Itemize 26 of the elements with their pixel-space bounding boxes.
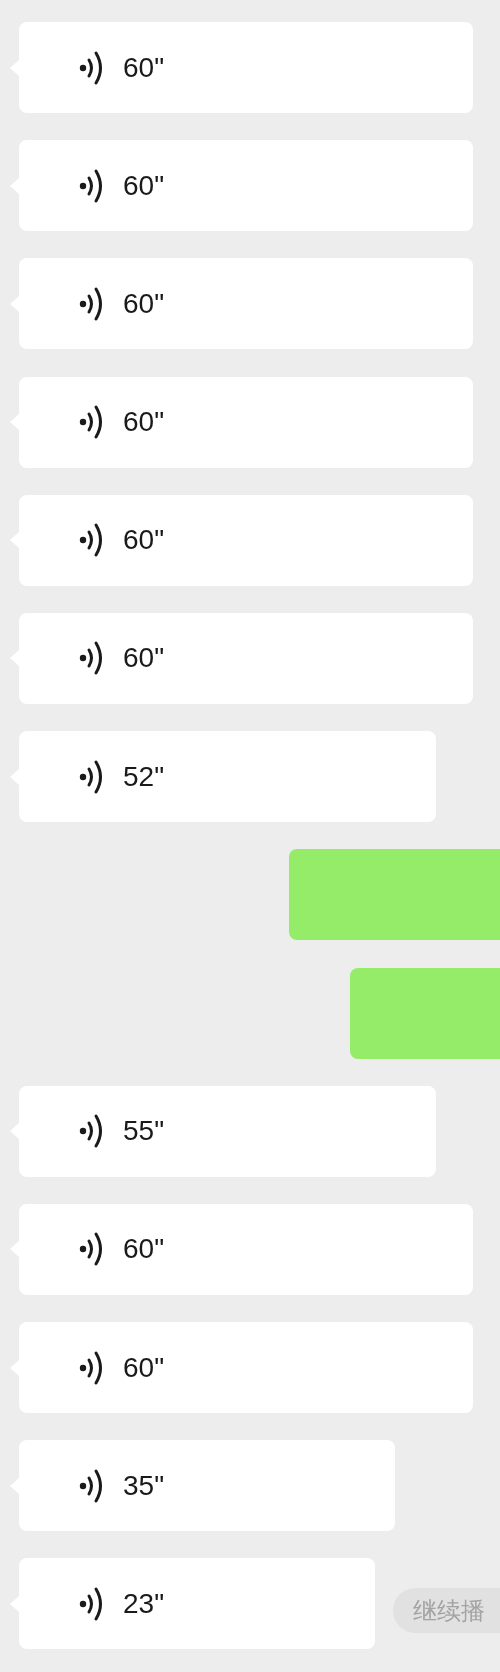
voice-message-bubble[interactable]: 55" bbox=[19, 1085, 436, 1177]
voice-duration: 60" bbox=[123, 408, 165, 437]
voice-duration: 60" bbox=[123, 1235, 165, 1264]
voice-duration: 55" bbox=[123, 1117, 165, 1146]
voice-message-bubble[interactable]: 60" bbox=[19, 494, 473, 586]
voice-message-bubble[interactable]: 60" bbox=[19, 140, 473, 232]
voice-duration: 60" bbox=[123, 171, 165, 200]
voice-duration: 23" bbox=[123, 1589, 165, 1618]
voice-message-bubble[interactable]: 60" bbox=[19, 22, 473, 113]
voice-duration: 60" bbox=[123, 289, 165, 318]
voice-message-bubble[interactable]: 52" bbox=[19, 731, 436, 823]
voice-message-bubble[interactable]: 60" bbox=[19, 258, 473, 350]
voice-duration: 60" bbox=[123, 644, 165, 673]
sent-message-bubble[interactable] bbox=[289, 849, 500, 941]
voice-message-bubble[interactable]: 35" bbox=[19, 1440, 395, 1532]
voice-message-bubble[interactable]: 60" bbox=[19, 376, 473, 468]
voice-duration: 35" bbox=[123, 1471, 165, 1500]
voice-message-bubble[interactable]: 60" bbox=[19, 612, 473, 704]
voice-message-bubble[interactable]: 60" bbox=[19, 1322, 473, 1414]
sent-message-bubble[interactable] bbox=[350, 967, 500, 1059]
voice-duration: 60" bbox=[123, 1353, 165, 1382]
voice-duration: 60" bbox=[123, 53, 165, 82]
voice-message-bubble[interactable]: 23" bbox=[19, 1558, 375, 1650]
voice-message-bubble[interactable]: 60" bbox=[19, 1203, 473, 1295]
voice-duration: 60" bbox=[123, 526, 165, 555]
voice-duration: 52" bbox=[123, 762, 165, 791]
